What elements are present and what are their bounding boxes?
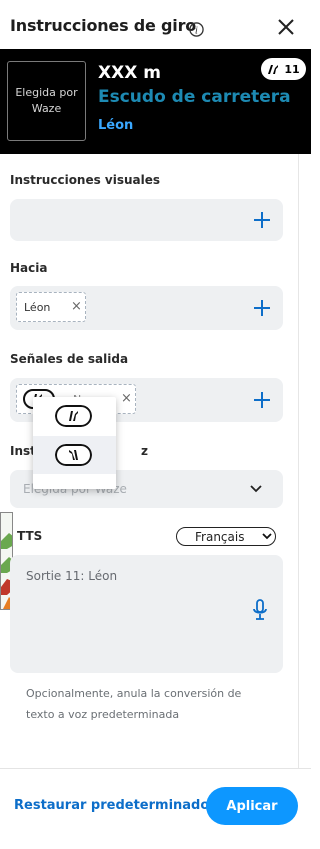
banner-towards: Léon: [98, 118, 134, 133]
exit-right-pill-icon: [55, 405, 92, 427]
exit-number-badge: 11: [261, 58, 306, 80]
exit-ramp-icon: [268, 64, 279, 74]
banner-distance: XXX m: [98, 63, 161, 83]
exit-left-pill-icon: [55, 444, 92, 466]
banner-road-shield: Escudo de carretera: [98, 87, 291, 107]
restore-defaults-button[interactable]: Restaurar predeterminado: [14, 798, 209, 813]
towards-chip: Léon ×: [16, 292, 86, 322]
tts-text-value: Sortie 11: Léon: [26, 569, 118, 583]
towards-label: Hacia: [10, 261, 48, 275]
panel-footer: Restaurar predeterminado Aplicar: [0, 768, 311, 849]
tts-help-text: Opcionalmente, anula la conversión de te…: [26, 687, 242, 721]
apply-button[interactable]: Aplicar: [206, 787, 298, 825]
close-icon[interactable]: [275, 16, 297, 38]
visual-instructions-label: Instrucciones visuales: [10, 173, 161, 187]
exit-signs-label: Señales de salida: [10, 352, 129, 366]
tts-label: TTS: [17, 529, 43, 543]
tts-language-select[interactable]: Français: [176, 527, 276, 546]
panel-title: Instrucciones de giro: [10, 16, 197, 35]
chevron-down-icon: [262, 533, 272, 540]
svg-text:i: i: [195, 25, 198, 36]
add-towards-icon[interactable]: [253, 299, 271, 317]
towards-field[interactable]: Léon ×: [10, 286, 283, 330]
tts-language-value: Français: [195, 530, 245, 544]
instruction-preview-banner: Elegida por Waze XXX m Escudo de carrete…: [0, 49, 311, 154]
exit-sign-option-left[interactable]: [33, 436, 116, 474]
add-exit-sign-icon[interactable]: [253, 391, 271, 409]
panel-header: Instrucciones de giro i: [0, 0, 311, 49]
voice-instructions-label-end: z: [141, 444, 148, 458]
exit-number: 11: [284, 62, 300, 76]
towards-chip-label: Léon: [24, 300, 51, 314]
info-icon[interactable]: i: [189, 22, 204, 37]
remove-exit-chip-icon[interactable]: ×: [121, 391, 132, 406]
chevron-down-icon: [250, 485, 262, 493]
banner-image-placeholder: Elegida por Waze: [7, 61, 86, 141]
remove-towards-chip-icon[interactable]: ×: [71, 299, 82, 314]
visual-instructions-field[interactable]: [10, 199, 283, 241]
tts-text-area[interactable]: Sortie 11: Léon: [10, 555, 283, 673]
exit-sign-dropdown-menu: [33, 397, 116, 489]
exit-sign-option-right[interactable]: [33, 397, 116, 435]
microphone-icon[interactable]: [252, 599, 268, 621]
add-visual-instruction-icon[interactable]: [253, 211, 271, 229]
